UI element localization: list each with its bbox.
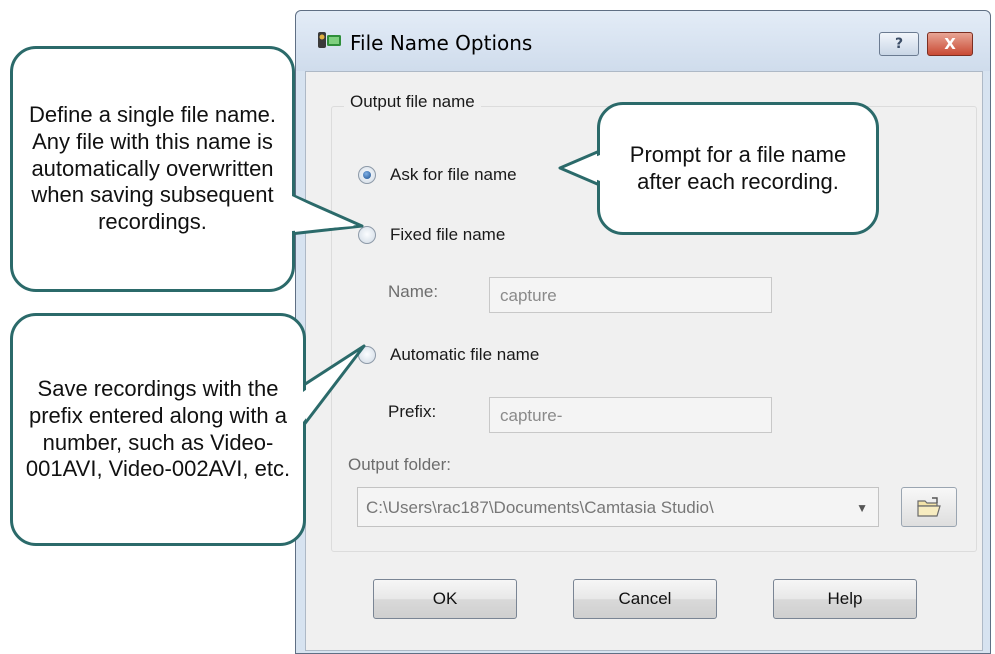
callout-tail-joins	[292, 155, 600, 422]
